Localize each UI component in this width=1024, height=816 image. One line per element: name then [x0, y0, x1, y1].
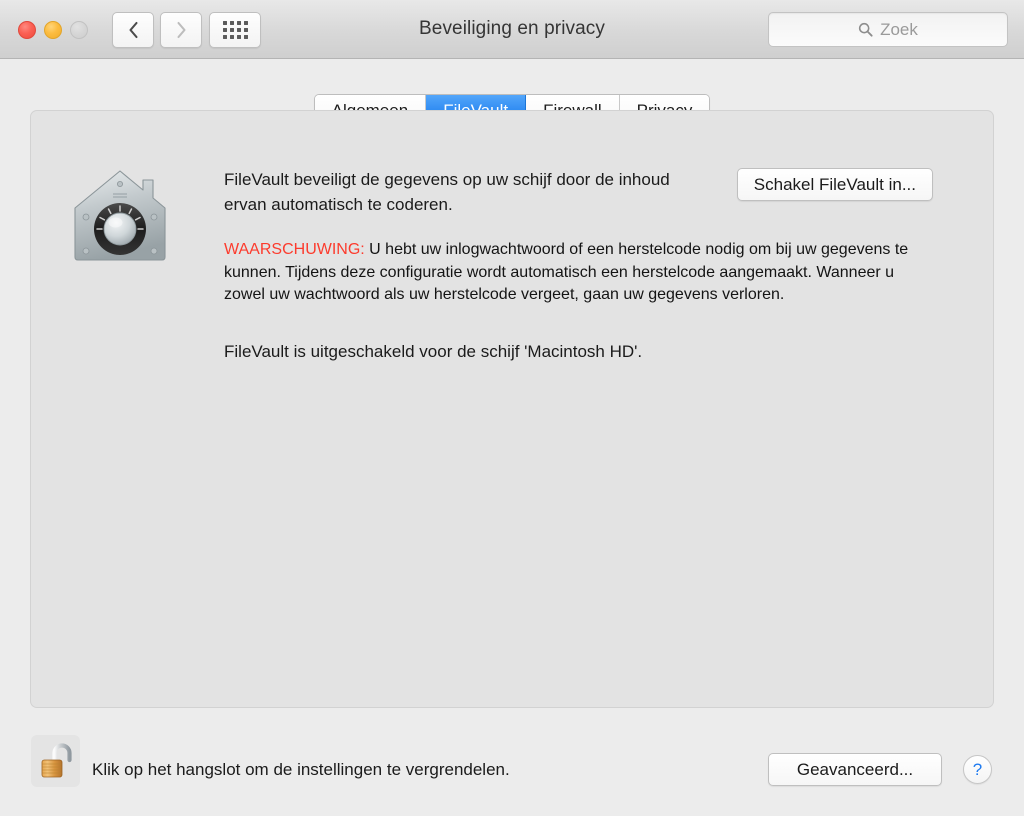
advanced-button[interactable]: Geavanceerd... — [768, 753, 942, 786]
filevault-intro-text: FileVault beveiligt de gegevens op uw sc… — [224, 170, 670, 214]
search-icon — [858, 22, 873, 37]
lock-toggle-button[interactable] — [31, 735, 80, 787]
search-placeholder: Zoek — [880, 19, 918, 39]
help-button[interactable]: ? — [963, 755, 992, 784]
warning-label: WAARSCHUWING: — [224, 241, 365, 258]
padlock-open-icon — [41, 743, 72, 778]
lock-hint-text: Klik op het hangslot om de instellingen … — [92, 760, 510, 779]
search-input[interactable]: Zoek — [768, 12, 1008, 47]
filevault-status-text: FileVault is uitgeschakeld voor de schij… — [224, 342, 643, 361]
system-preferences-window: Beveiliging en privacy Zoek Algemeen Fil… — [0, 0, 1024, 816]
enable-filevault-button[interactable]: Schakel FileVault in... — [736, 168, 933, 201]
filevault-safe-icon — [74, 170, 166, 261]
filevault-panel: FileVault beveiligt de gegevens op uw sc… — [30, 110, 994, 708]
window-titlebar: Beveiliging en privacy Zoek — [0, 0, 1024, 59]
filevault-warning-text: WAARSCHUWING: U hebt uw inlogwachtwoord … — [224, 239, 914, 307]
